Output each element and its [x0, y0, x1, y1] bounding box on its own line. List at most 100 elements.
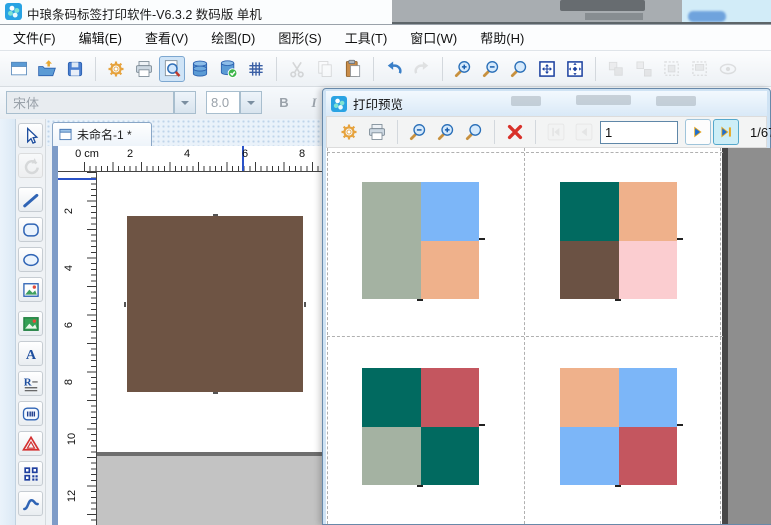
redo-button: [409, 56, 435, 82]
last-page-button[interactable]: [713, 119, 739, 145]
database-connect-button[interactable]: [215, 56, 241, 82]
picture-file-tool-button[interactable]: [18, 311, 43, 336]
ruler-label: 6: [242, 148, 248, 160]
selection-handle[interactable]: [304, 302, 306, 307]
label-cell: [421, 368, 480, 427]
printer-icon: [134, 59, 154, 79]
main-title-bar: 中琅条码标签打印软件-V6.3.2 数码版 单机: [0, 0, 771, 24]
cut-line: [327, 336, 723, 337]
database-check-icon: [218, 59, 238, 79]
zoom-in-button[interactable]: [450, 56, 476, 82]
main-toolbar: [0, 51, 771, 87]
menu-item[interactable]: 帮助(H): [480, 28, 524, 47]
qrcode-icon: [21, 464, 41, 484]
next-page-button[interactable]: [685, 119, 711, 145]
gear-icon: [339, 122, 359, 142]
print-preview-button[interactable]: [159, 56, 185, 82]
rich-text-tool-button[interactable]: R: [18, 371, 43, 396]
align-icon: [662, 59, 682, 79]
line-tool-button[interactable]: [18, 187, 43, 212]
print-settings-button[interactable]: [336, 119, 362, 145]
print-preview-icon: [162, 59, 182, 79]
document-tab[interactable]: 未命名-1 *: [52, 122, 152, 146]
font-family-dropdown-icon[interactable]: [174, 91, 196, 114]
menu-item[interactable]: 窗口(W): [410, 28, 457, 47]
rotate-icon: [21, 156, 41, 176]
open-button[interactable]: [34, 56, 60, 82]
zoom-in-icon: [453, 59, 473, 79]
menu-item[interactable]: 图形(S): [278, 28, 321, 47]
ruler-label: 6: [63, 322, 75, 328]
page-number-input[interactable]: [600, 121, 678, 144]
toolbar-separator: [95, 57, 96, 81]
align-button: [659, 56, 685, 82]
crop-mark: [417, 485, 423, 487]
save-button[interactable]: [62, 56, 88, 82]
zoom-button[interactable]: [506, 56, 532, 82]
zoom-out-button[interactable]: [405, 119, 431, 145]
selection-handle[interactable]: [124, 302, 126, 307]
menu-item[interactable]: 工具(T): [345, 28, 388, 47]
ungroup-button: [631, 56, 657, 82]
settings-button[interactable]: [103, 56, 129, 82]
picture-tool-button[interactable]: [18, 277, 43, 302]
zoom-button[interactable]: [461, 119, 487, 145]
font-family-combo[interactable]: 宋体: [6, 91, 174, 114]
ruler-label: 12: [66, 490, 78, 502]
database-button[interactable]: [187, 56, 213, 82]
menu-item[interactable]: 绘图(D): [211, 28, 255, 47]
font-family-value: 宋体: [13, 93, 39, 112]
ruler-label: 4: [184, 148, 190, 160]
crop-mark: [677, 238, 683, 240]
print-button[interactable]: [131, 56, 157, 82]
label-canvas-page[interactable]: [97, 172, 322, 452]
image-icon: [21, 280, 41, 300]
zoom-in-button[interactable]: [433, 119, 459, 145]
text-tool-button[interactable]: A: [18, 341, 43, 366]
font-size-combo[interactable]: 8.0: [206, 91, 240, 114]
qrcode-tool-button[interactable]: [18, 461, 43, 486]
close-preview-button[interactable]: [502, 119, 528, 145]
preview-title-bar[interactable]: 打印预览: [326, 91, 767, 116]
selection-handle[interactable]: [213, 214, 218, 216]
ungroup-icon: [634, 59, 654, 79]
rich-text-icon: R: [21, 374, 41, 394]
paste-button[interactable]: [340, 56, 366, 82]
rectangle-object[interactable]: [127, 216, 303, 392]
menu-bar: 文件(F) 编辑(E) 查看(V) 绘图(D) 图形(S) 工具(T) 窗口(W) 帮助(H): [0, 24, 771, 51]
vertical-ruler: 24681012: [58, 172, 97, 525]
print-button[interactable]: [364, 119, 390, 145]
group-button: [603, 56, 629, 82]
logo-tool-button[interactable]: [18, 431, 43, 456]
new-button[interactable]: [6, 56, 32, 82]
app-logo-icon: [331, 96, 347, 112]
grid-button[interactable]: [243, 56, 269, 82]
ruler-position-marker: [58, 178, 96, 180]
view-options-button: [715, 56, 741, 82]
fit-page-button[interactable]: [562, 56, 588, 82]
font-size-dropdown-icon[interactable]: [240, 91, 262, 114]
undo-button[interactable]: [381, 56, 407, 82]
copy-icon: [315, 59, 335, 79]
ellipse-tool-button[interactable]: [18, 247, 43, 272]
database-icon: [190, 59, 210, 79]
barcode-tool-button[interactable]: [18, 401, 43, 426]
menu-item[interactable]: 文件(F): [13, 28, 56, 47]
canvas-background: [97, 456, 322, 525]
label-cell: [619, 241, 678, 300]
fit-selection-button[interactable]: [534, 56, 560, 82]
page-indicator: 1/67: [750, 125, 771, 140]
menu-item[interactable]: 查看(V): [145, 28, 188, 47]
zoom-icon: [464, 122, 484, 142]
rounded-rect-tool-button[interactable]: [18, 217, 43, 242]
background-blur: [585, 13, 643, 20]
label-cell: [421, 241, 480, 300]
curve-tool-button[interactable]: [18, 491, 43, 516]
label-cell: [362, 427, 421, 486]
label-cell: [560, 182, 619, 241]
select-tool-button[interactable]: [18, 123, 43, 148]
menu-item[interactable]: 编辑(E): [79, 28, 122, 47]
zoom-out-button[interactable]: [478, 56, 504, 82]
bold-button[interactable]: B: [272, 91, 296, 114]
selection-handle[interactable]: [213, 392, 218, 394]
